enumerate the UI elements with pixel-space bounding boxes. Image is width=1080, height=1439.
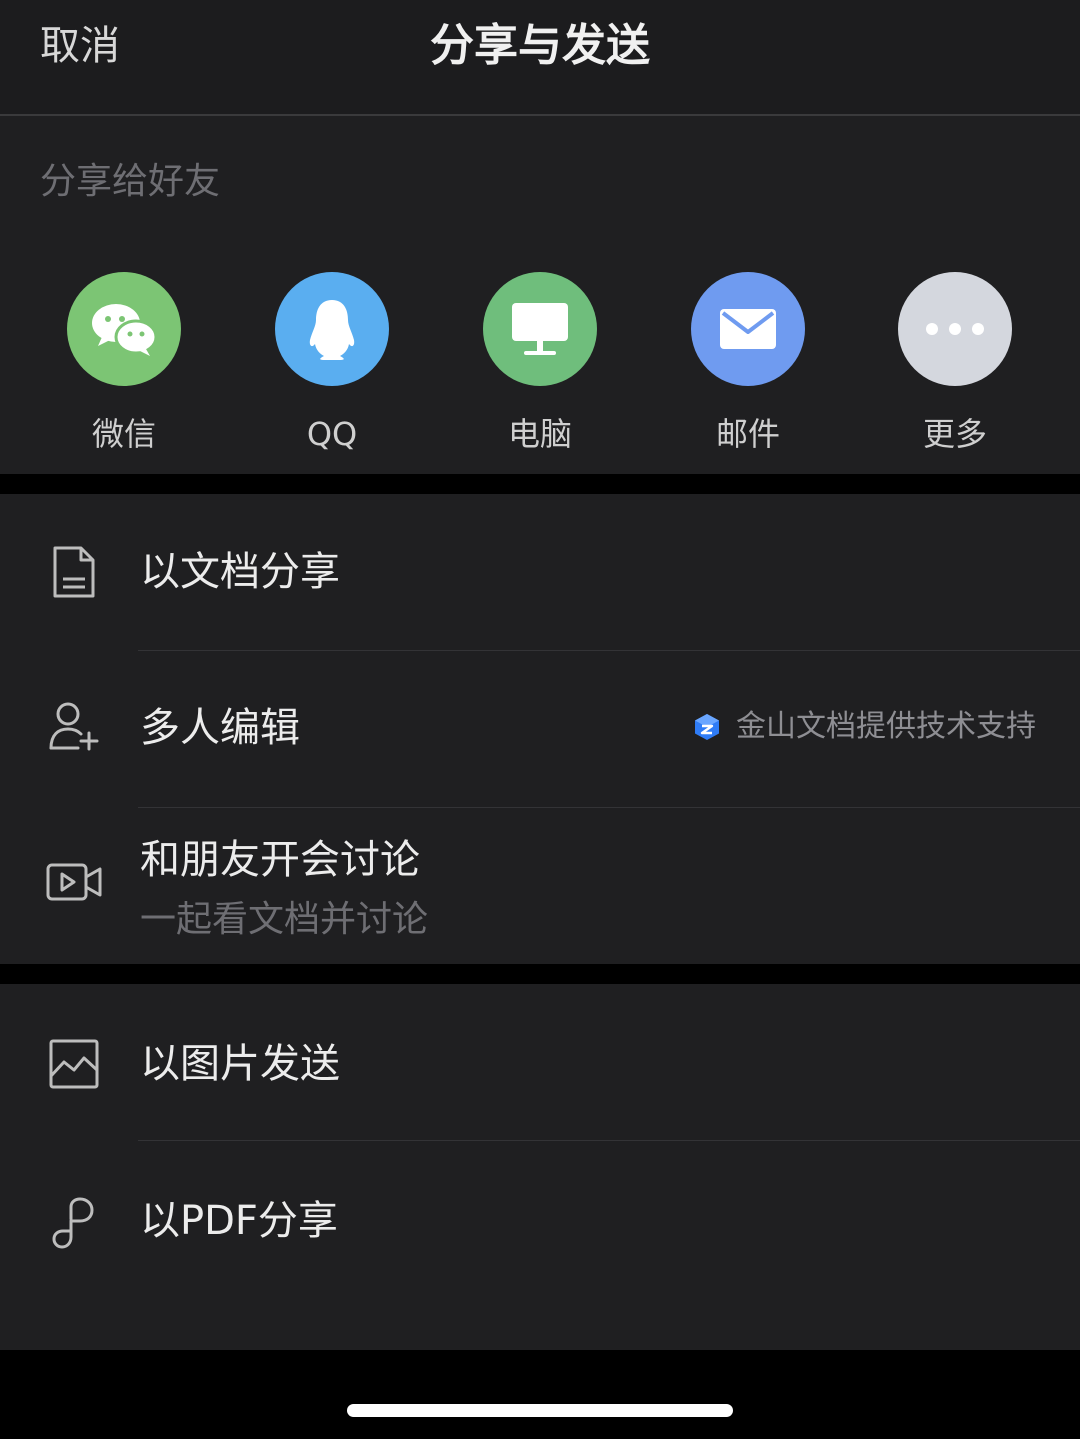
multi-edit-row[interactable]: 多人编辑 金山文档提供技术支持 [0,651,1080,807]
home-indicator[interactable] [347,1404,733,1417]
monitor-icon [483,272,597,386]
share-as-pdf-label: 以PDF分享 [140,1198,338,1244]
meeting-discuss-row[interactable]: 和朋友开会讨论 一起看文档并讨论 [0,808,1080,964]
add-user-icon [44,697,104,757]
share-item-label: 更多 [922,415,987,453]
multi-edit-label: 多人编辑 [140,705,300,751]
share-item-mail[interactable]: 邮件 [668,272,828,454]
document-icon [44,542,104,602]
share-item-more[interactable]: 更多 [875,272,1035,454]
share-as-document-row[interactable]: 以文档分享 [0,494,1080,650]
share-to-friends-section: 分享给好友 微信 QQ 电脑 邮件 更多 [0,116,1080,474]
image-icon [44,1034,104,1094]
kingsoft-docs-support: 金山文档提供技术支持 [694,707,1036,747]
header-bar: 取消 分享与发送 [0,0,1080,116]
share-item-computer[interactable]: 电脑 [460,272,620,454]
meeting-subtitle-label: 一起看文档并讨论 [140,899,429,940]
share-item-qq[interactable]: QQ [252,272,412,454]
pdf-icon [44,1193,104,1253]
support-text: 金山文档提供技术支持 [736,709,1036,744]
kingsoft-docs-logo-icon [695,714,719,740]
meeting-title-label: 和朋友开会讨论 [140,837,420,883]
send-as-image-row[interactable]: 以图片发送 [0,984,1080,1140]
wechat-icon [67,272,181,386]
share-sheet: 取消 分享与发送 分享给好友 微信 QQ 电脑 邮件 更多 以文档分享 多人编辑… [0,0,1080,1439]
share-as-pdf-row[interactable]: 以PDF分享 [0,1141,1080,1297]
share-section-heading: 分享给好友 [40,161,221,202]
action-group-export: 以图片发送 以PDF分享 [0,984,1080,1350]
mail-icon [691,272,805,386]
send-as-image-label: 以图片发送 [140,1041,340,1087]
share-item-label: 邮件 [715,415,780,453]
share-item-label: 微信 [91,415,156,453]
share-as-document-label: 以文档分享 [140,549,340,595]
qq-penguin-icon [275,272,389,386]
action-group-collaborate: 以文档分享 多人编辑 金山文档提供技术支持 和朋友开会讨论 一起看文档并讨论 [0,494,1080,964]
page-title: 分享与发送 [430,20,650,71]
more-dots-icon [898,272,1012,386]
share-item-wechat[interactable]: 微信 [44,272,204,454]
share-item-label: QQ [306,415,358,453]
video-camera-icon [44,852,104,912]
share-item-label: 电脑 [507,415,572,453]
